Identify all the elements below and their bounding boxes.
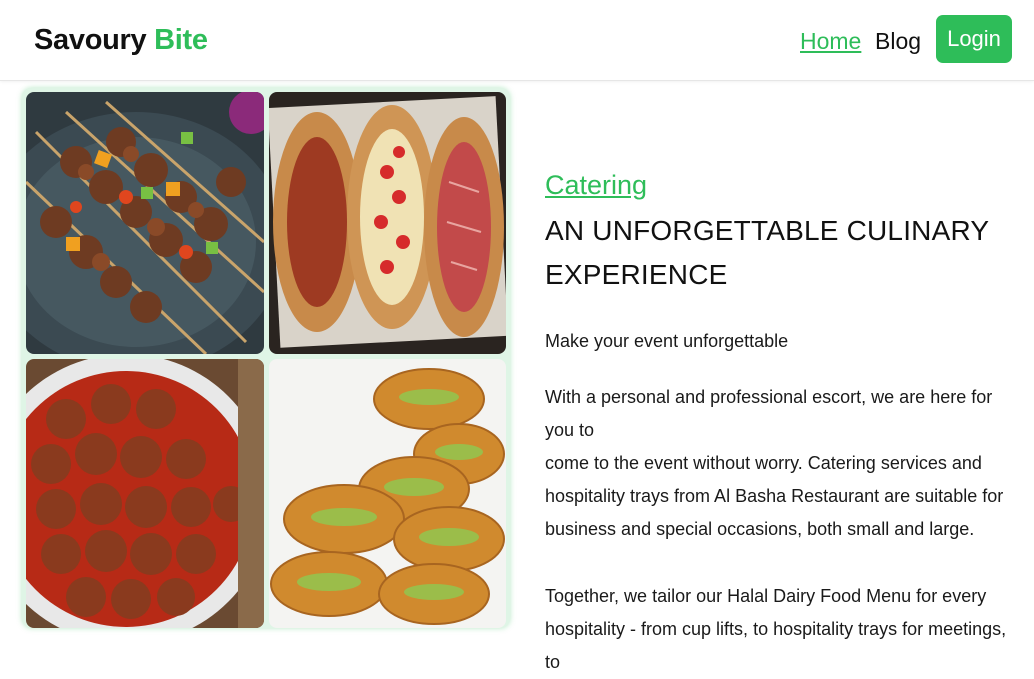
login-button[interactable]: Login (936, 15, 1012, 63)
tagline: Make your event unforgettable (545, 331, 789, 351)
pide-flatbread-image (269, 92, 506, 354)
description-paragraph-1: With a personal and professional escort,… (545, 381, 1025, 546)
nav-home-link[interactable]: Home (800, 28, 861, 55)
catering-section: Catering AN UNFORGETTABLE CULINARY EXPER… (545, 170, 1025, 679)
page-title: AN UNFORGETTABLE CULINARY EXPERIENCE (545, 209, 1025, 297)
para1-line4: business and special occasions, both sma… (545, 519, 975, 539)
para1-line3: hospitality trays from Al Basha Restaura… (545, 486, 1004, 506)
pistachio-pastries-image (269, 359, 506, 628)
headline-line2: EXPERIENCE (545, 259, 728, 290)
brand-name-part2: Bite (154, 24, 208, 56)
headline-line1: AN UNFORGETTABLE CULINARY (545, 215, 990, 246)
catering-link[interactable]: Catering (545, 170, 1025, 201)
para2-line2: hospitality - from cup lifts, to hospita… (545, 619, 1007, 672)
para1-line2: come to the event without worry. Caterin… (545, 453, 982, 473)
nav-blog-link[interactable]: Blog (875, 28, 921, 55)
navbar: Savoury Bite Home Blog Login (0, 0, 1034, 81)
kebab-skewers-image (26, 92, 264, 354)
meatballs-tomato-sauce-image (26, 359, 264, 628)
food-gallery (22, 88, 510, 628)
para1-line1: With a personal and professional escort,… (545, 387, 993, 440)
brand-name-part1: Savoury (34, 24, 147, 56)
brand-logo[interactable]: Savoury Bite (34, 24, 208, 57)
description-paragraph-2: Together, we tailor our Halal Dairy Food… (545, 580, 1025, 679)
para2-line1: Together, we tailor our Halal Dairy Food… (545, 586, 987, 606)
